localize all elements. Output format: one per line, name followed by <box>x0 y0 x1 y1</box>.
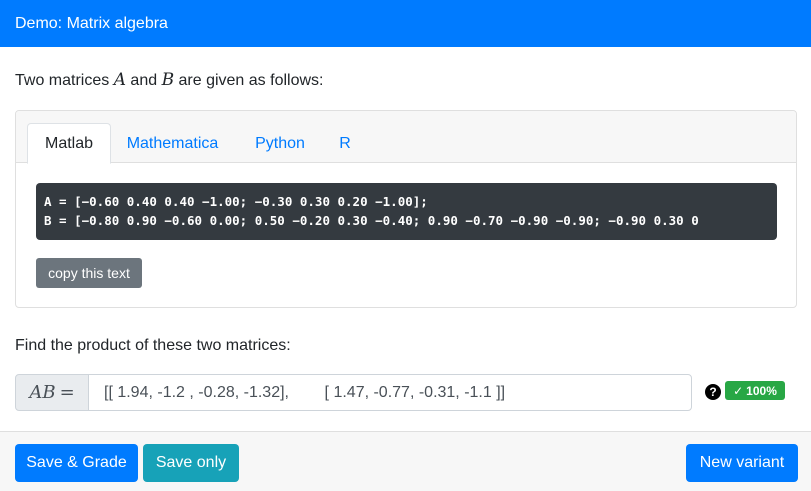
score-label: 100% <box>746 383 777 398</box>
footer-bar: Save & Grade Save only New variant <box>0 431 811 491</box>
intro-and: and <box>125 72 162 89</box>
save-only-button[interactable]: Save only <box>143 444 239 482</box>
check-icon: ✓ <box>733 383 744 398</box>
matrix-b-symbol: B <box>161 70 175 90</box>
answer-input[interactable] <box>88 374 692 411</box>
question-text: Find the product of these two matrices: <box>15 337 291 354</box>
code-block: A = [−0.60 0.40 0.40 −1.00; −0.30 0.30 0… <box>36 183 777 240</box>
code-line-a: A = [−0.60 0.40 0.40 −1.00; −0.30 0.30 0… <box>44 194 428 209</box>
answer-input-group: AB = <box>15 374 692 411</box>
save-grade-button[interactable]: Save & Grade <box>15 444 138 482</box>
answer-label-var: AB <box>29 382 56 403</box>
tab-bar: Matlab Mathematica Python R <box>16 111 796 164</box>
code-line-b: B = [−0.80 0.90 −0.60 0.00; 0.50 −0.20 0… <box>44 213 699 228</box>
tab-matlab[interactable]: Matlab <box>27 123 111 164</box>
tab-python[interactable]: Python <box>242 123 318 164</box>
new-variant-button[interactable]: New variant <box>686 444 798 482</box>
tab-mathematica[interactable]: Mathematica <box>112 123 233 164</box>
code-card: Matlab Mathematica Python R A = [−0.60 0… <box>15 110 797 308</box>
question-circle-icon[interactable]: ? <box>705 384 721 400</box>
page-title: Demo: Matrix algebra <box>15 14 168 32</box>
matrix-a-symbol: A <box>113 70 126 90</box>
intro-text: Two matrices A and B are given as follow… <box>15 70 323 91</box>
score-badge: ✓ 100% <box>725 381 785 400</box>
intro-suffix: are given as follows: <box>174 72 324 89</box>
tab-r[interactable]: R <box>330 123 360 164</box>
page-header: Demo: Matrix algebra <box>0 0 811 47</box>
intro-prefix: Two matrices <box>15 72 114 89</box>
answer-label-eq: = <box>59 382 75 403</box>
answer-label: AB = <box>15 374 89 411</box>
copy-text-button[interactable]: copy this text <box>36 258 142 288</box>
